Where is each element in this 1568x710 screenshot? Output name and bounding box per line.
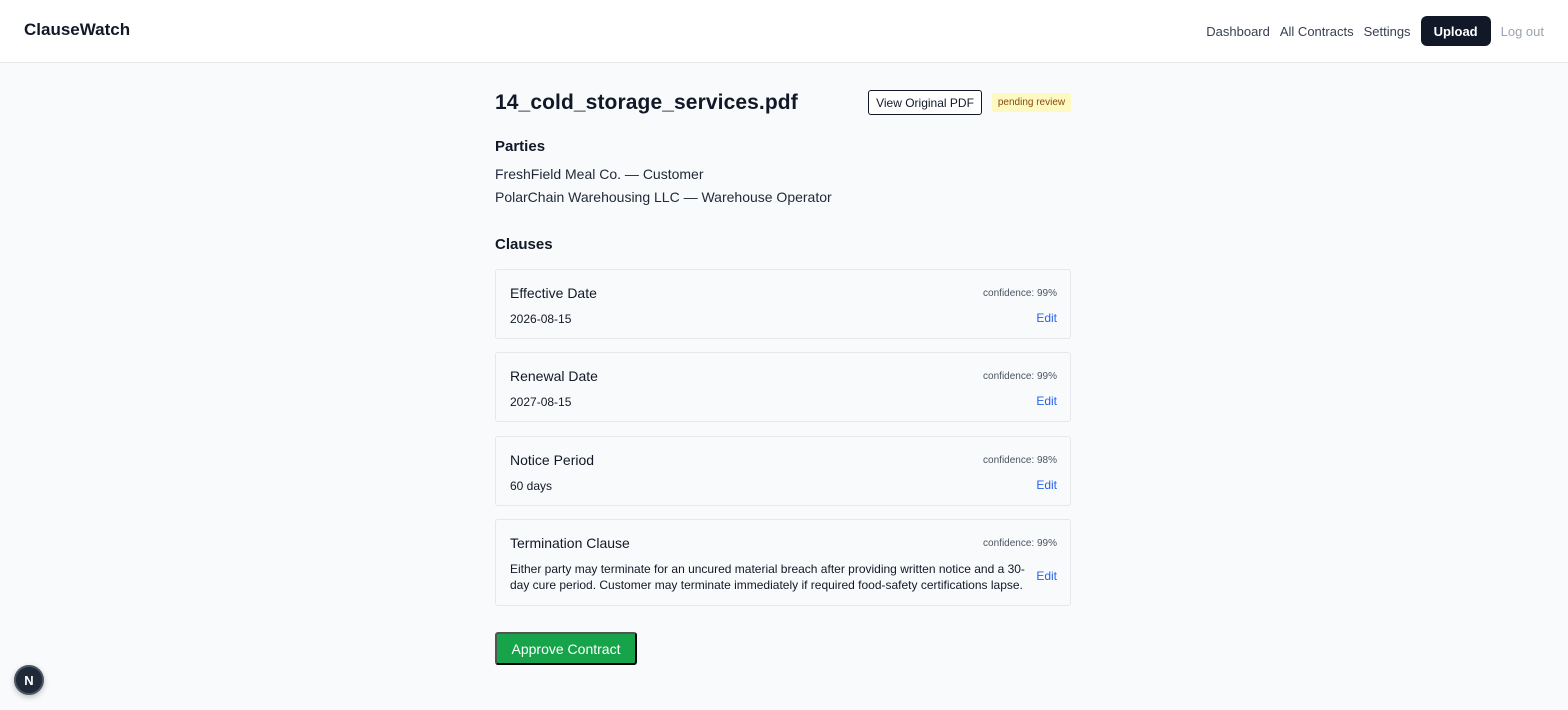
clause-value: 60 days bbox=[510, 479, 553, 493]
clause-card-notice-period: Notice Period confidence: 98% 60 days Ed… bbox=[495, 436, 1071, 506]
edit-clause-link[interactable]: Edit bbox=[1036, 478, 1057, 492]
clauses-heading: Clauses bbox=[495, 236, 553, 253]
clause-value: 2027-08-15 bbox=[510, 395, 572, 409]
edit-clause-link[interactable]: Edit bbox=[1036, 569, 1057, 583]
clause-value: 2026-08-15 bbox=[510, 312, 572, 326]
parties-heading: Parties bbox=[495, 138, 546, 155]
clause-card-effective-date: Effective Date confidence: 99% 2026-08-1… bbox=[495, 269, 1071, 339]
nav-all-contracts-link[interactable]: All Contracts bbox=[1280, 24, 1354, 39]
nextjs-icon[interactable]: N bbox=[14, 665, 44, 695]
status-badge: pending review bbox=[992, 93, 1071, 112]
document-title: 14_cold_storage_services.pdf bbox=[495, 91, 798, 114]
contract-detail: 14_cold_storage_services.pdf View Origin… bbox=[495, 63, 1071, 665]
edit-clause-link[interactable]: Edit bbox=[1036, 394, 1057, 408]
clause-value: Either party may terminate for an uncure… bbox=[510, 562, 1025, 592]
edit-clause-link[interactable]: Edit bbox=[1036, 311, 1057, 325]
clause-name: Effective Date bbox=[510, 285, 597, 301]
document-header: 14_cold_storage_services.pdf View Origin… bbox=[495, 63, 1071, 143]
clause-card-renewal-date: Renewal Date confidence: 99% 2027-08-15 … bbox=[495, 352, 1071, 422]
party-item: FreshField Meal Co. — Customer bbox=[495, 166, 704, 182]
upload-button[interactable]: Upload bbox=[1420, 16, 1491, 46]
clause-name: Notice Period bbox=[510, 452, 595, 468]
main-nav: Dashboard All Contracts Settings Upload … bbox=[1206, 16, 1544, 46]
clause-name: Renewal Date bbox=[510, 368, 598, 384]
clause-name: Termination Clause bbox=[510, 535, 630, 551]
party-item: PolarChain Warehousing LLC — Warehouse O… bbox=[495, 189, 832, 205]
clause-card-termination: Termination Clause confidence: 99% Eithe… bbox=[495, 519, 1071, 606]
view-original-pdf-button[interactable]: View Original PDF bbox=[868, 90, 982, 115]
confidence-score: confidence: 99% bbox=[983, 288, 1057, 299]
logout-link[interactable]: Log out bbox=[1501, 24, 1544, 39]
confidence-score: confidence: 98% bbox=[983, 455, 1057, 466]
nav-dashboard-link[interactable]: Dashboard bbox=[1206, 24, 1270, 39]
top-nav-bar: ClauseWatch Dashboard All Contracts Sett… bbox=[0, 0, 1568, 63]
nav-settings-link[interactable]: Settings bbox=[1364, 24, 1411, 39]
approve-contract-button[interactable]: Approve Contract bbox=[495, 632, 637, 665]
confidence-score: confidence: 99% bbox=[983, 538, 1057, 549]
app-logo[interactable]: ClauseWatch bbox=[24, 20, 130, 40]
confidence-score: confidence: 99% bbox=[983, 371, 1057, 382]
